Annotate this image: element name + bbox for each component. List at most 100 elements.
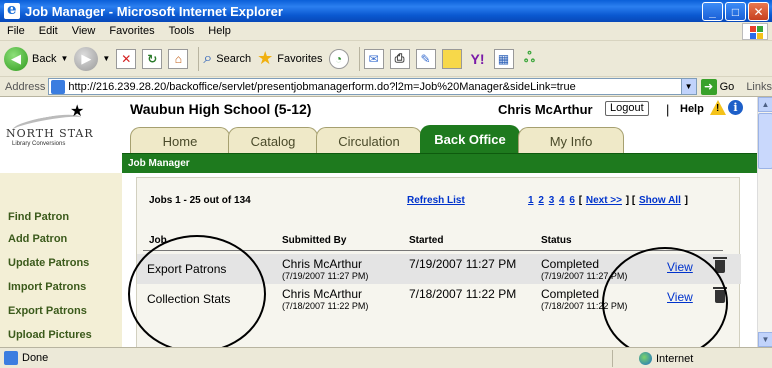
job-name: Collection Stats — [147, 292, 231, 306]
sidebar-item-export-patrons[interactable]: Export Patrons — [8, 305, 87, 317]
security-zone: Internet — [612, 350, 772, 367]
favorites-button[interactable]: ★ Favorites — [257, 48, 322, 69]
pagination: 1 2 3 4 6 [ Next >> ] [ Show All ] — [527, 195, 688, 206]
tab-home[interactable]: Home — [130, 127, 230, 155]
scroll-up-icon[interactable]: ▲ — [758, 97, 772, 112]
page-link[interactable]: 1 — [528, 195, 534, 206]
maximize-button[interactable]: □ — [725, 2, 746, 21]
page-link[interactable]: 4 — [559, 195, 565, 206]
next-page-link[interactable]: Next >> — [586, 195, 622, 206]
header-separator: | — [666, 102, 670, 117]
mail-icon[interactable]: ✉ — [363, 48, 384, 69]
status-bar: Done Internet — [0, 347, 772, 368]
star-icon: ★ — [70, 103, 85, 120]
refresh-list-link[interactable]: Refresh List — [407, 195, 465, 206]
job-name: Export Patrons — [147, 262, 227, 276]
sidebar-item-update-patrons[interactable]: Update Patrons — [8, 257, 89, 269]
logout-button[interactable]: Logout — [605, 101, 649, 116]
warning-icon[interactable] — [710, 100, 726, 115]
info-icon[interactable]: i — [728, 100, 743, 115]
menu-view[interactable]: View — [65, 25, 103, 37]
folder-icon[interactable] — [441, 48, 462, 69]
chevron-down-icon: ▼ — [102, 54, 111, 63]
yahoo-icon[interactable]: Y! — [468, 49, 488, 69]
close-button[interactable]: ✕ — [748, 2, 769, 21]
column-header-submitted-by: Submitted By — [282, 235, 347, 246]
job-count: Jobs 1 - 25 out of 134 — [149, 195, 251, 206]
go-arrow-icon: ➜ — [700, 78, 717, 95]
print-icon[interactable]: ⎙ — [389, 48, 410, 69]
submitted-by: Chris McArthur (7/19/2007 11:27 PM) — [282, 257, 369, 281]
submitted-by: Chris McArthur (7/18/2007 11:22 PM) — [282, 287, 369, 311]
job-status: Completed (7/18/2007 11:22 PM) — [541, 287, 628, 311]
forward-button[interactable]: ▶ ▼ — [74, 46, 111, 71]
forward-arrow-icon: ▶ — [74, 46, 99, 71]
table-row: Collection Stats Chris McArthur (7/18/20… — [137, 284, 741, 314]
column-header-job: Job — [149, 235, 167, 246]
address-bar: Address http://216.239.28.20/backoffice/… — [0, 77, 772, 97]
started-time: 7/18/2007 11:22 PM — [409, 287, 517, 301]
refresh-icon[interactable]: ↻ — [142, 48, 163, 69]
chevron-down-icon: ▼ — [60, 54, 69, 63]
search-icon: ⌕ — [203, 49, 213, 67]
pager-bracket: ] — [684, 195, 688, 206]
pager-bracket: ] [ — [625, 195, 636, 206]
address-input[interactable]: http://216.239.28.20/backoffice/servlet/… — [48, 78, 697, 95]
page-link[interactable]: 3 — [549, 195, 555, 206]
job-status: Completed (7/19/2007 11:27 PM) — [541, 257, 628, 281]
address-label: Address — [5, 80, 46, 93]
trash-icon[interactable] — [713, 287, 727, 303]
stop-icon[interactable]: ✕ — [116, 48, 137, 69]
table-row: Export Patrons Chris McArthur (7/19/2007… — [137, 254, 741, 284]
view-link[interactable]: View — [667, 260, 693, 274]
edit-icon[interactable]: ✎ — [415, 48, 436, 69]
page-link[interactable]: 6 — [569, 195, 575, 206]
sidebar-item-add-patron[interactable]: Add Patron — [8, 233, 67, 245]
back-arrow-icon: ◀ — [4, 46, 28, 71]
search-button[interactable]: ⌕ Search — [203, 50, 251, 68]
home-icon[interactable]: ⌂ — [168, 48, 189, 69]
tab-my-info[interactable]: My Info — [518, 127, 624, 155]
scroll-down-icon[interactable]: ▼ — [758, 332, 772, 347]
menu-bar: File Edit View Favorites Tools Help — [0, 22, 772, 41]
window-title: Job Manager - Microsoft Internet Explore… — [25, 3, 283, 19]
started-time: 7/19/2007 11:27 PM — [409, 257, 517, 271]
messenger-icon[interactable]: ஃ — [520, 49, 540, 69]
page-icon — [51, 79, 66, 94]
sidebar-item-upload-pictures[interactable]: Upload Pictures — [8, 329, 92, 341]
trash-icon[interactable] — [713, 257, 727, 273]
north-star-logo: ★ NORTH STAR Library Conversions — [6, 103, 94, 147]
breadcrumb: Job Manager — [128, 158, 190, 169]
globe-icon — [639, 352, 652, 365]
minimize-button[interactable]: _ — [702, 2, 723, 21]
scroll-thumb[interactable] — [758, 113, 772, 169]
sidebar-item-import-patrons[interactable]: Import Patrons — [8, 281, 86, 293]
chevron-down-icon[interactable]: ▼ — [680, 79, 696, 94]
column-header-status: Status — [541, 235, 572, 246]
links-toolbar[interactable]: Links — [746, 81, 772, 93]
menu-tools[interactable]: Tools — [162, 25, 202, 37]
tab-back-office[interactable]: Back Office — [420, 125, 520, 153]
history-icon[interactable]: ◔ — [328, 48, 349, 69]
tab-catalog[interactable]: Catalog — [228, 127, 318, 155]
menu-edit[interactable]: Edit — [32, 25, 65, 37]
internet-explorer-icon — [4, 0, 20, 19]
page-viewport: ★ NORTH STAR Library Conversions Waubun … — [0, 97, 757, 347]
job-list-panel: Jobs 1 - 25 out of 134 Refresh List 1 2 … — [136, 177, 741, 347]
go-button[interactable]: ➜ Go — [700, 78, 734, 95]
help-link[interactable]: Help — [680, 103, 704, 115]
menu-help[interactable]: Help — [201, 25, 238, 37]
sidebar-item-find-patron[interactable]: Find Patron — [8, 211, 69, 223]
column-header-started: Started — [409, 235, 444, 246]
menu-favorites[interactable]: Favorites — [102, 25, 161, 37]
view-link[interactable]: View — [667, 290, 693, 304]
back-button[interactable]: ◀ Back ▼ — [4, 46, 69, 71]
pager-bracket: [ — [578, 195, 583, 206]
vertical-scrollbar[interactable]: ▲ ▼ — [757, 97, 772, 347]
research-icon[interactable]: ▦ — [493, 48, 514, 69]
menu-file[interactable]: File — [0, 25, 32, 37]
page-link[interactable]: 2 — [538, 195, 544, 206]
tab-circulation[interactable]: Circulation — [316, 127, 422, 155]
show-all-link[interactable]: Show All — [639, 195, 681, 206]
user-name: Chris McArthur — [498, 102, 593, 117]
